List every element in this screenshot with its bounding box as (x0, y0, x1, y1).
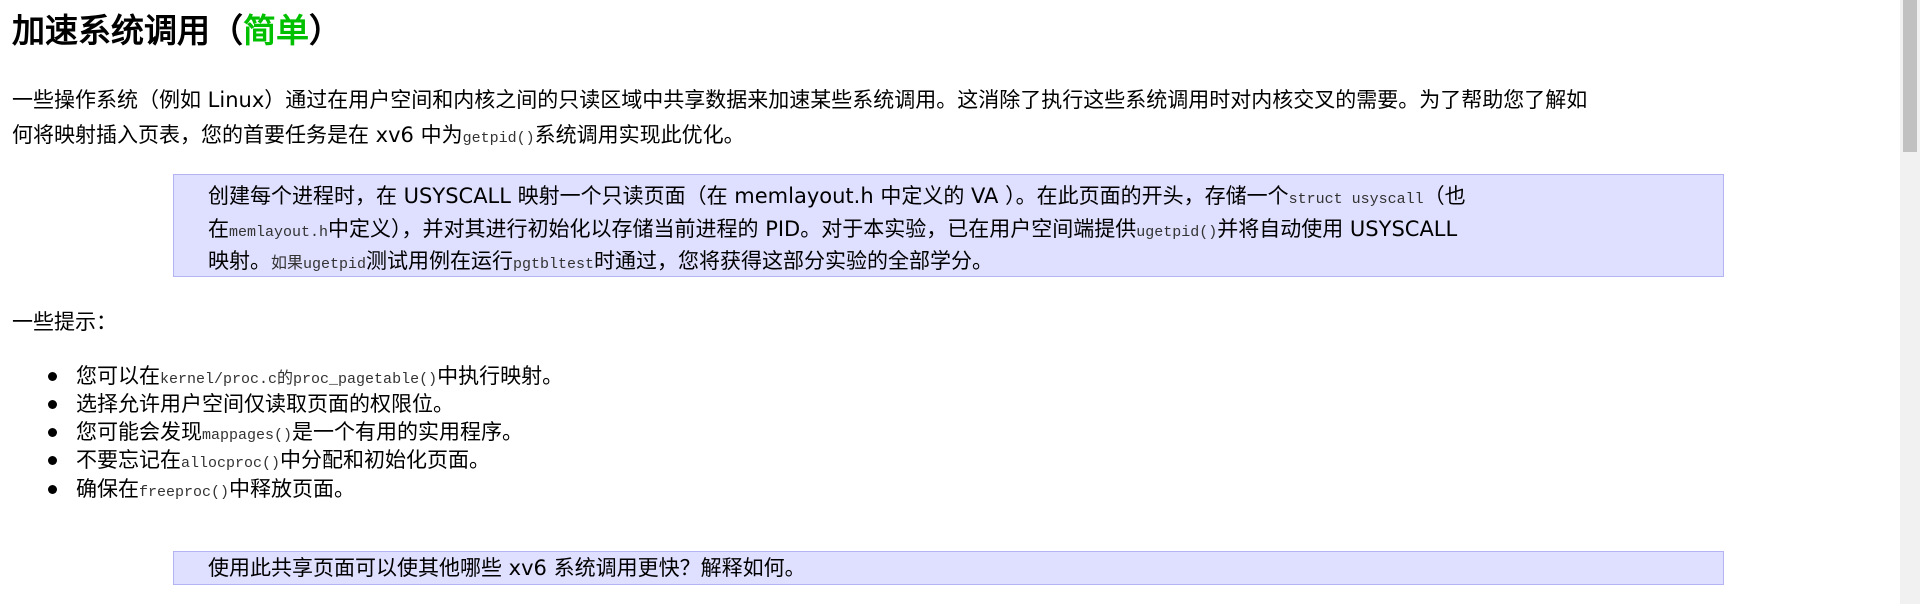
intro-text: 何将映射插入页表，您的首要任务是在 xv6 中为 (12, 123, 463, 147)
task-text: 在 (208, 217, 229, 241)
code-allocproc: allocproc() (181, 455, 281, 472)
code-struct-usyscall: struct usyscall (1288, 191, 1424, 208)
hint-text: 您可以在 (76, 364, 160, 388)
bullet-icon (48, 456, 57, 465)
vertical-scrollbar[interactable] (1900, 0, 1920, 604)
task-text: 中定义），并对其进行初始化以存储当前进程的 PID。对于本实验，已在用户空间端提… (328, 217, 1137, 241)
code-kernel-proc: kernel/proc.c (160, 371, 278, 388)
task-line-1: 创建每个进程时，在 USYSCALL 映射一个只读页面（在 memlayout.… (208, 181, 1466, 215)
code-getpid: getpid() (462, 130, 535, 147)
task-text: 如果 (271, 255, 304, 272)
code-memlayout: memlayout.h (229, 224, 329, 241)
hint-text: 不要忘记在 (76, 448, 181, 472)
task-box: 创建每个进程时，在 USYSCALL 映射一个只读页面（在 memlayout.… (173, 174, 1724, 277)
task-text: 映射。 (208, 249, 271, 273)
hint-text: 是一个有用的实用程序。 (292, 420, 524, 444)
bullet-icon (48, 400, 57, 409)
list-item: 选择允许用户空间仅读取页面的权限位。 (76, 389, 454, 419)
hint-text: 确保在 (76, 477, 139, 501)
hint-text: 的 (277, 370, 294, 387)
intro-text: 一些操作系统（例如 Linux）通过在用户空间和内核之间的只读区域中共享数据来加… (12, 88, 1588, 112)
task-text: 时通过，您将获得这部分实验的全部学分。 (594, 249, 994, 273)
hint-text: 您可能会发现 (76, 420, 202, 444)
hint-text: 中释放页面。 (229, 477, 356, 501)
hint-text: 选择允许用户空间仅读取页面的权限位。 (76, 392, 454, 416)
title-close: ） (309, 11, 342, 50)
intro-line-1: 一些操作系统（例如 Linux）通过在用户空间和内核之间的只读区域中共享数据来加… (12, 85, 1587, 115)
page-title: 加速系统调用（简单） (12, 8, 342, 54)
code-ugetpid: ugetpid() (1136, 224, 1218, 241)
question-text: 使用此共享页面可以使其他哪些 xv6 系统调用更快？解释如何。 (208, 556, 806, 580)
title-text: 加速系统调用（ (12, 11, 243, 50)
task-text: 并将自动使用 USYSCALL (1217, 217, 1458, 241)
task-text: 创建每个进程时，在 USYSCALL 映射一个只读页面（在 memlayout.… (208, 184, 1289, 208)
code-proc-pagetable: proc_pagetable() (293, 371, 438, 388)
bullet-icon (48, 372, 57, 381)
code-mappages: mappages() (202, 427, 293, 444)
intro-text: 系统调用实现此优化。 (534, 123, 745, 147)
intro-line-2: 何将映射插入页表，您的首要任务是在 xv6 中为getpid()系统调用实现此优… (12, 120, 745, 154)
hints-label: 一些提示： (12, 310, 117, 334)
hint-text: 中分配和初始化页面。 (280, 448, 491, 472)
task-text: （也 (1423, 184, 1466, 208)
code-pgtbltest: pgtbltest (513, 256, 595, 273)
difficulty-label: 简单 (243, 11, 309, 50)
scrollbar-thumb[interactable] (1903, 0, 1917, 152)
task-line-3: 映射。如果ugetpid测试用例在运行pgtbltest时通过，您将获得这部分实… (208, 246, 993, 280)
task-line-2: 在memlayout.h中定义），并对其进行初始化以存储当前进程的 PID。对于… (208, 214, 1457, 248)
bullet-icon (48, 428, 57, 437)
hint-text: 中执行映射。 (437, 364, 564, 388)
question-box: 使用此共享页面可以使其他哪些 xv6 系统调用更快？解释如何。 (173, 551, 1724, 585)
bullet-icon (48, 485, 57, 494)
list-item: 确保在freeproc()中释放页面。 (76, 474, 355, 508)
code-freeproc: freeproc() (139, 484, 230, 501)
task-text: 测试用例在运行 (366, 249, 514, 273)
code-ugetpid-test: ugetpid (303, 256, 367, 273)
